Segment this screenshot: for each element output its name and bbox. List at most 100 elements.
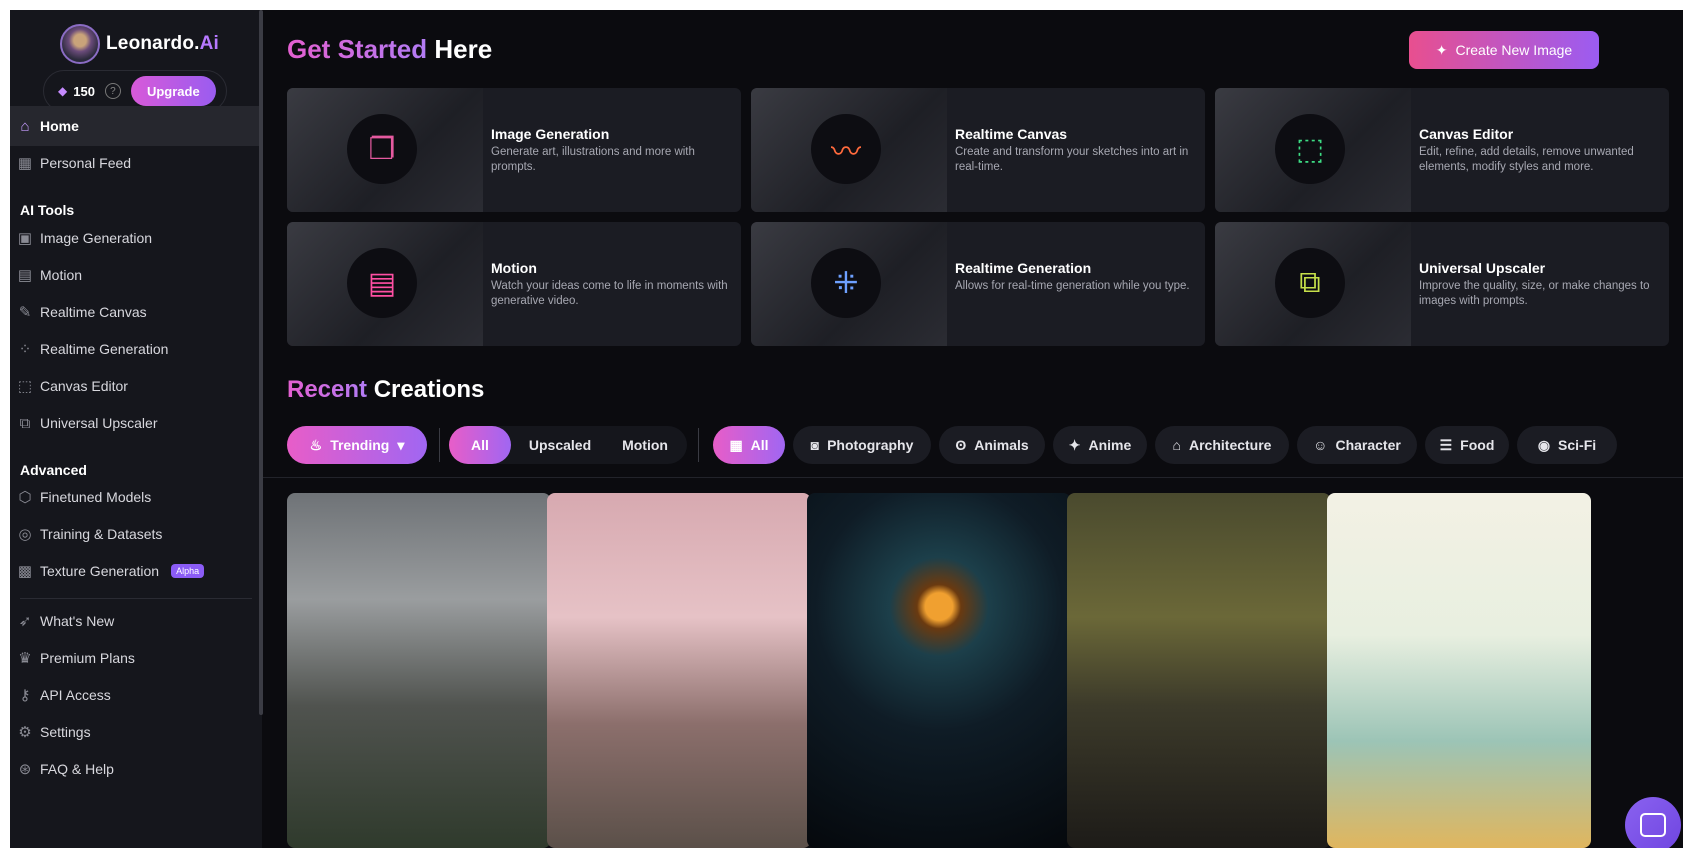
sidebar-item-api-access[interactable]: ⚷ API Access	[10, 675, 262, 715]
card-title: Realtime Generation	[955, 260, 1092, 276]
grid-dots-icon: ⁘	[18, 341, 32, 358]
person-icon: ☺	[1313, 437, 1328, 453]
burger-icon: ☰	[1439, 436, 1453, 453]
gallery-image-kitten[interactable]	[1327, 493, 1591, 848]
sidebar-item-faq-help[interactable]: ⊛ FAQ & Help	[10, 749, 262, 789]
sidebar-item-label: Realtime Generation	[40, 341, 169, 357]
cat-icon: ʘ	[955, 437, 967, 453]
card-description: Watch your ideas come to life in moments…	[491, 280, 728, 307]
filter-divider	[698, 428, 699, 462]
sidebar-item-training-datasets[interactable]: ◎ Training & Datasets	[10, 514, 262, 554]
chevron-down-icon: ▾	[397, 436, 405, 453]
sidebar-item-universal-upscaler[interactable]: ⧉ Universal Upscaler	[10, 403, 262, 443]
camera-icon: ◙	[810, 437, 820, 453]
sidebar-item-label: Canvas Editor	[40, 378, 128, 394]
key-icon: ⚷	[19, 687, 31, 704]
sidebar-item-label: Training & Datasets	[40, 526, 163, 542]
alien-icon: ◉	[1537, 436, 1551, 453]
sidebar-item-label: Image Generation	[40, 230, 153, 246]
help-icon: ⊛	[18, 761, 32, 778]
category-architecture[interactable]: ⌂ Architecture	[1155, 426, 1289, 464]
crown-icon: ♛	[18, 650, 32, 667]
sidebar-item-label: What's New	[40, 613, 115, 629]
sidebar-item-home[interactable]: ⌂ Home	[10, 106, 262, 146]
card-image-generation[interactable]: ❐ Image Generation Generate art, illustr…	[287, 88, 741, 212]
card-title: Realtime Canvas	[955, 126, 1068, 142]
category-photography[interactable]: ◙ Photography	[793, 426, 931, 464]
sidebar-item-label: Home	[40, 118, 79, 134]
page-title: Get Started Here	[287, 34, 493, 64]
crop-square-icon: ⬚	[1275, 114, 1345, 184]
sidebar-item-personal-feed[interactable]: ▦ Personal Feed	[10, 143, 262, 183]
ai-tools-heading: AI Tools	[20, 202, 75, 218]
gear-icon: ⚙	[18, 724, 32, 741]
cube-icon: ⬡	[18, 489, 32, 506]
tab-upscaled[interactable]: Upscaled	[515, 426, 605, 464]
category-character[interactable]: ☺ Character	[1297, 426, 1417, 464]
card-description: Improve the quality, size, or make chang…	[1419, 280, 1650, 307]
sidebar-item-premium-plans[interactable]: ♛ Premium Plans	[10, 638, 262, 678]
category-all[interactable]: ▦ All	[713, 426, 785, 464]
sidebar-item-label: API Access	[40, 687, 111, 703]
gallery-image-eye-creature[interactable]	[807, 493, 1071, 848]
sidebar-item-whats-new[interactable]: ➶ What's New	[10, 601, 262, 641]
card-title: Image Generation	[491, 126, 610, 142]
sidebar-item-settings[interactable]: ⚙ Settings	[10, 712, 262, 752]
sparkle-icon: ✦	[1435, 41, 1448, 58]
chat-support-button[interactable]	[1625, 797, 1681, 848]
sidebar-item-label: Universal Upscaler	[40, 415, 158, 431]
sidebar-item-finetuned-models[interactable]: ⬡ Finetuned Models	[10, 477, 262, 517]
logo[interactable]: Leonardo.Ai	[60, 24, 219, 64]
brand-name: Leonardo.Ai	[106, 33, 220, 54]
chat-icon	[1640, 813, 1666, 837]
card-canvas-editor[interactable]: ⬚ Canvas Editor Edit, refine, add detail…	[1215, 88, 1669, 212]
tab-all[interactable]: All	[449, 426, 511, 464]
tab-motion[interactable]: Motion	[605, 426, 685, 464]
sidebar-item-label: Premium Plans	[40, 650, 135, 666]
sidebar-item-label: Personal Feed	[40, 155, 132, 171]
token-icon: ◆	[58, 84, 68, 98]
sidebar-item-label: FAQ & Help	[40, 761, 114, 777]
category-animals[interactable]: ʘ Animals	[939, 426, 1045, 464]
sidebar-item-realtime-generation[interactable]: ⁘ Realtime Generation	[10, 329, 262, 369]
crop-icon: ⬚	[17, 378, 33, 395]
sort-label: Trending	[330, 437, 390, 453]
sidebar-item-image-generation[interactable]: ▣ Image Generation	[10, 218, 262, 258]
brush-icon: ✎	[18, 304, 32, 321]
sidebar-item-label: Settings	[40, 724, 91, 740]
sidebar: Leonardo.Ai ◆ 150 ? Upgrade ⌂ Home ▦ Per…	[10, 10, 263, 848]
card-realtime-canvas[interactable]: 〰 Realtime Canvas Create and transform y…	[751, 88, 1205, 212]
grid-icon: ▦	[17, 155, 33, 172]
building-icon: ⌂	[1172, 437, 1181, 453]
home-icon: ⌂	[20, 117, 30, 135]
squiggle-icon: 〰	[811, 114, 881, 184]
card-realtime-generation[interactable]: ⁜ Realtime Generation Allows for real-ti…	[751, 222, 1205, 346]
sidebar-item-texture-generation[interactable]: ▩ Texture Generation Alpha	[10, 551, 262, 591]
texture-icon: ▩	[17, 563, 33, 580]
help-icon[interactable]: ?	[104, 83, 121, 99]
flame-icon: ♨	[309, 436, 323, 453]
gallery-divider	[263, 477, 1683, 478]
sidebar-item-motion[interactable]: ▤ Motion	[10, 255, 262, 295]
grid-icon: ▦	[729, 436, 743, 453]
create-new-image-button[interactable]: ✦ Create New Image	[1409, 31, 1599, 69]
card-description: Create and transform your sketches into …	[955, 146, 1189, 173]
upscale-icon: ⧉	[19, 414, 31, 432]
card-universal-upscaler[interactable]: ⧉ Universal Upscaler Improve the quality…	[1215, 222, 1669, 346]
category-sci-fi[interactable]: ◉ Sci-Fi	[1517, 426, 1617, 464]
grid-plus-icon: ⁜	[811, 248, 881, 318]
alpha-badge: Alpha	[171, 564, 205, 578]
card-description: Generate art, illustrations and more wit…	[491, 146, 695, 173]
gallery-image-cherry-blossom[interactable]	[547, 493, 811, 848]
category-food[interactable]: ☰ Food	[1425, 426, 1509, 464]
gallery-image-leaf[interactable]	[1067, 493, 1331, 848]
sidebar-item-label: Motion	[40, 267, 83, 283]
film-icon: ▤	[17, 267, 33, 284]
category-anime[interactable]: ✦ Anime	[1053, 426, 1147, 464]
upgrade-button[interactable]: Upgrade	[130, 76, 216, 106]
sort-dropdown[interactable]: ♨ Trending ▾	[287, 426, 427, 464]
gallery-image-castle[interactable]	[287, 493, 551, 848]
sidebar-item-canvas-editor[interactable]: ⬚ Canvas Editor	[10, 366, 262, 406]
card-motion[interactable]: ▤ Motion Watch your ideas come to life i…	[287, 222, 741, 346]
sidebar-item-realtime-canvas[interactable]: ✎ Realtime Canvas	[10, 292, 262, 332]
